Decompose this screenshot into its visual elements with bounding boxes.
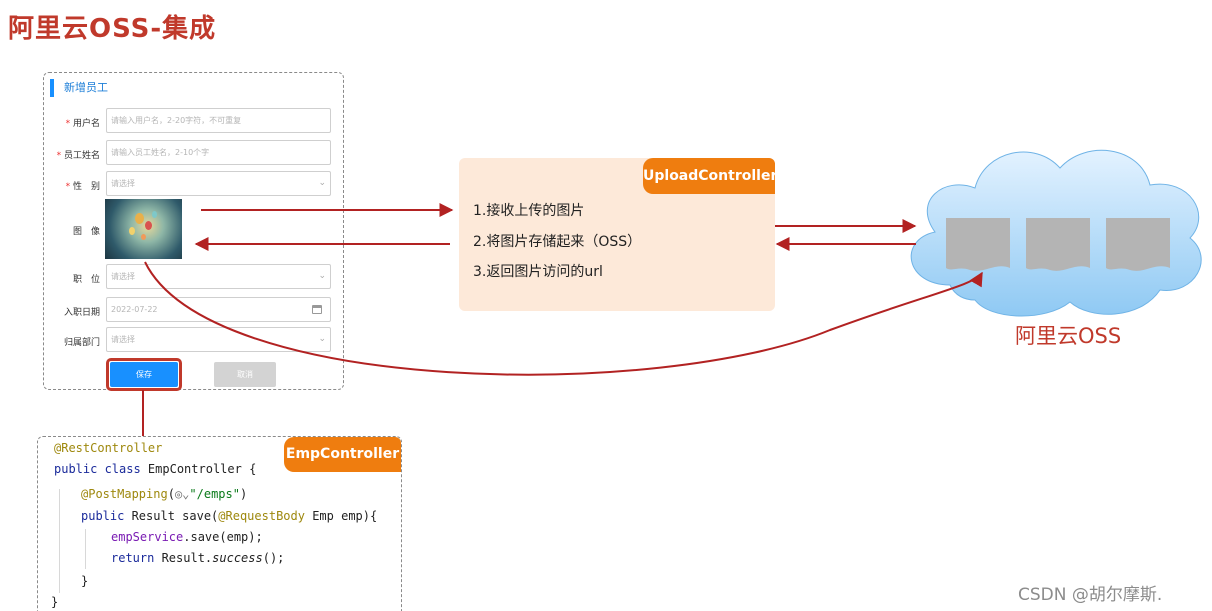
globe-icon: ◎⌄ [174,487,190,501]
emp-controller-title: EmpController [284,437,401,472]
calendar-icon [312,305,322,314]
form-header: 新增员工 [50,79,108,97]
code-line-8: } [51,595,59,609]
save-button[interactable]: 保存 [110,362,178,387]
entry-date-label: 入职日期 [63,308,100,318]
upload-controller-title: UploadController [643,158,777,194]
oss-file-icons [946,218,1170,271]
upload-step-3: 3.返回图片访问的url [473,264,603,280]
upload-step-1: 1.接收上传的图片 [473,203,585,219]
avatar-label: 图 像 [72,227,100,237]
avatar-image[interactable] [105,199,182,259]
add-employee-form: 新增员工 * 用户名 请输入用户名，2-20字符，不可重复 * 员工姓名 请输入… [43,72,344,391]
code-line-6: return Result.success(); [111,551,285,565]
position-label: 职 位 [72,275,100,285]
watermark: CSDN @胡尔摩斯. [1018,585,1163,605]
dept-label: 归属部门 [63,338,100,348]
cancel-button[interactable]: 取消 [214,362,276,387]
gender-label: * 性 别 [65,182,100,192]
username-input[interactable]: 请输入用户名，2-20字符，不可重复 [106,108,331,133]
code-line-3: @PostMapping(◎⌄"/emps") [81,487,248,501]
dept-select[interactable]: 请选择 ⌄ [106,327,331,352]
code-line-7: } [81,574,89,588]
code-line-5: empService.save(emp); [111,530,263,544]
code-line-1: @RestController [54,441,163,455]
code-line-4: public Result save(@RequestBody Emp emp)… [81,509,378,523]
oss-label: 阿里云OSS [1015,324,1122,348]
position-select[interactable]: 请选择 ⌄ [106,264,331,289]
username-label: * 用户名 [65,119,100,129]
gender-select[interactable]: 请选择 ⌄ [106,171,331,196]
name-input[interactable]: 请输入员工姓名，2-10个字 [106,140,331,165]
page-title: 阿里云OSS-集成 [8,14,217,44]
chevron-down-icon: ⌄ [318,178,326,188]
oss-cloud-icon [910,149,1202,317]
name-label: * 员工姓名 [56,151,100,161]
upload-step-2: 2.将图片存储起来（OSS） [473,234,642,250]
chevron-down-icon: ⌄ [318,271,326,281]
entry-date-picker[interactable]: 2022-07-22 [106,297,331,322]
code-line-2: public class EmpController { [54,462,257,476]
emp-controller-code-box: EmpController @RestController public cla… [37,436,402,611]
chevron-down-icon: ⌄ [318,334,326,344]
upload-controller-box: UploadController 1.接收上传的图片 2.将图片存储起来（OSS… [459,158,777,311]
